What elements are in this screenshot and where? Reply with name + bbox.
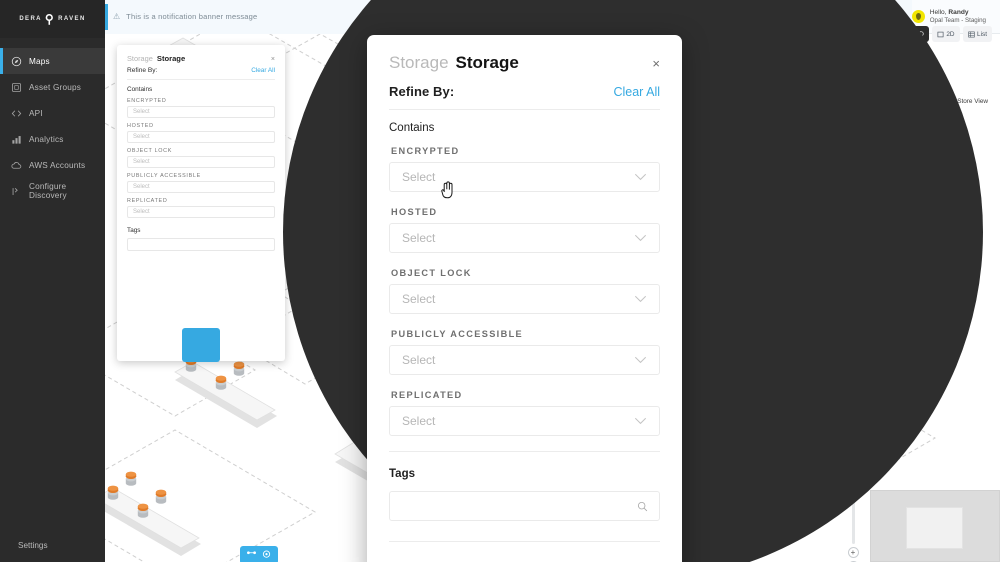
panel-title: Storage Storage × — [127, 54, 275, 63]
bar-chart-icon — [11, 134, 22, 145]
brand-name-left: DERA — [19, 16, 42, 22]
sidebar-nav: Maps Asset Groups API Analytics AWS Acco… — [0, 48, 105, 204]
sidebar-item-api[interactable]: API — [0, 100, 105, 126]
chevron-down-icon — [634, 356, 647, 364]
search-icon — [637, 501, 648, 511]
modal-refine-row: Refine By: Clear All — [389, 84, 660, 99]
compass-icon — [11, 56, 22, 67]
field-select-publicly-accessible[interactable]: Select — [389, 345, 660, 375]
modal-title-muted: Storage — [389, 53, 449, 72]
brand-name-right: RAVEN — [58, 16, 86, 22]
field-select-object-lock[interactable]: Select — [389, 284, 660, 314]
field-placeholder: Select — [133, 184, 150, 190]
field-placeholder: Select — [133, 159, 150, 165]
field-select-hosted[interactable]: Select — [389, 223, 660, 253]
divider — [127, 79, 275, 80]
target-icon — [262, 550, 271, 558]
field-label-object-lock: OBJECT LOCK — [391, 268, 472, 278]
field-placeholder: Select — [133, 109, 150, 115]
field-label-publicly-accessible: PUBLICLY ACCESSIBLE — [127, 173, 201, 179]
sidebar-item-configure-discovery[interactable]: Configure Discovery — [0, 178, 105, 204]
field-placeholder: Select — [402, 170, 436, 184]
tags-search-input[interactable] — [127, 238, 275, 251]
sidebar-item-label: AWS Accounts — [29, 160, 86, 170]
network-icon — [247, 550, 256, 554]
panel-title-bold: Storage — [156, 54, 186, 63]
sidebar-item-label: Maps — [29, 56, 50, 66]
field-select-publicly-accessible[interactable]: Select — [127, 181, 275, 193]
settings-label: Settings — [18, 541, 48, 550]
field-label-replicated: REPLICATED — [391, 390, 463, 400]
warning-icon: ⚠ — [113, 12, 121, 21]
tags-search-input[interactable] — [389, 491, 660, 521]
field-label-replicated: REPLICATED — [127, 198, 168, 204]
field-label-hosted: HOSTED — [127, 123, 154, 129]
field-label-hosted: HOSTED — [391, 207, 438, 217]
field-select-hosted[interactable]: Select — [127, 131, 275, 143]
contains-label: Contains — [127, 86, 153, 93]
field-placeholder: Select — [402, 414, 436, 428]
divider — [389, 541, 660, 542]
divider — [389, 109, 660, 110]
clear-all-link[interactable]: Clear All — [613, 85, 660, 99]
brand-logo[interactable]: DERA ⚲ RAVEN — [0, 0, 105, 38]
field-label-encrypted: ENCRYPTED — [391, 146, 460, 156]
sidebar-item-label: Asset Groups — [29, 82, 82, 92]
chevron-down-icon — [634, 173, 647, 181]
discovery-icon — [11, 186, 22, 197]
chevron-down-icon — [634, 295, 647, 303]
sidebar-item-label: Configure Discovery — [29, 182, 67, 200]
sidebar-item-label: API — [29, 108, 43, 118]
field-placeholder: Select — [402, 353, 436, 367]
clear-all-link[interactable]: Clear All — [251, 67, 275, 74]
field-select-replicated[interactable]: Select — [127, 206, 275, 218]
sidebar-item-asset-groups[interactable]: Asset Groups — [0, 74, 105, 100]
sidebar-item-analytics[interactable]: Analytics — [0, 126, 105, 152]
sidebar-item-aws-accounts[interactable]: AWS Accounts — [0, 152, 105, 178]
brand-mark-icon: ⚲ — [44, 12, 56, 26]
field-placeholder: Select — [402, 292, 436, 306]
tags-label: Tags — [389, 468, 415, 480]
banner-text: This is a notification banner message — [126, 12, 258, 21]
sidebar-item-settings[interactable]: Settings — [0, 541, 105, 562]
field-select-encrypted[interactable]: Select — [127, 106, 275, 118]
field-label-encrypted: ENCRYPTED — [127, 98, 167, 104]
field-placeholder: Select — [133, 209, 150, 215]
refine-by-label: Refine By: — [127, 67, 158, 74]
app-root: + − Refresh Create New Group 3D — [0, 0, 1000, 562]
modal-title-bold: Storage — [455, 53, 519, 72]
panel-refine-row: Refine By: Clear All — [127, 67, 275, 74]
layers-icon — [11, 82, 22, 93]
contains-label: Contains — [389, 122, 435, 134]
storage-filter-panel[interactable]: Storage Storage × Refine By: Clear All C… — [367, 35, 682, 562]
field-label-object-lock: OBJECT LOCK — [127, 148, 173, 154]
panel-apply-button-background[interactable] — [182, 328, 220, 362]
field-label-publicly-accessible: PUBLICLY ACCESSIBLE — [391, 329, 524, 339]
field-select-encrypted[interactable]: Select — [389, 162, 660, 192]
field-placeholder: Select — [133, 134, 150, 140]
modal-header: Storage Storage × — [389, 53, 660, 73]
cloud-icon — [11, 160, 22, 171]
code-icon — [11, 108, 22, 119]
divider — [389, 451, 660, 452]
field-select-replicated[interactable]: Select — [389, 406, 660, 436]
refine-by-label: Refine By: — [389, 84, 455, 99]
field-placeholder: Select — [402, 231, 436, 245]
close-icon[interactable]: × — [652, 57, 660, 70]
sidebar-item-label: Analytics — [29, 134, 64, 144]
sidebar-item-maps[interactable]: Maps — [0, 48, 105, 74]
chevron-down-icon — [634, 234, 647, 242]
tags-label: Tags — [127, 227, 141, 234]
panel-title-muted: Storage — [127, 54, 153, 63]
field-select-object-lock[interactable]: Select — [127, 156, 275, 168]
storage-filter-panel-background[interactable]: Storage Storage × Refine By: Clear All C… — [117, 45, 285, 361]
close-icon[interactable]: × — [271, 56, 275, 63]
sidebar: DERA ⚲ RAVEN Maps Asset Groups API Analy… — [0, 0, 105, 562]
chevron-down-icon — [634, 417, 647, 425]
map-action-button[interactable] — [240, 546, 278, 562]
